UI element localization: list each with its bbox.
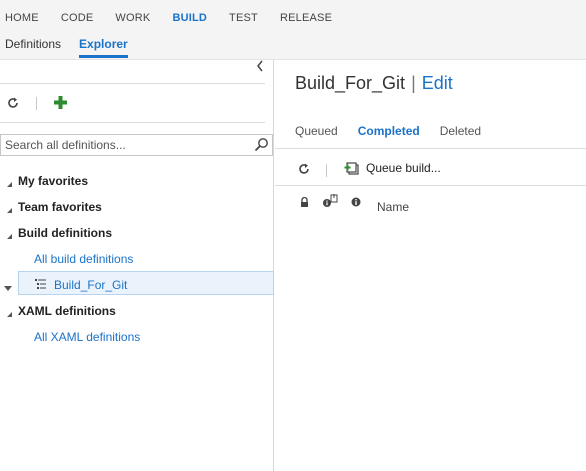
collapse-chevron-icon[interactable] [253, 60, 267, 74]
tab-definitions[interactable]: Definitions [5, 37, 61, 58]
lock-icon[interactable] [300, 196, 309, 211]
definition-icon [35, 278, 47, 294]
tree-collapse-icon[interactable] [4, 281, 12, 295]
tree-expand-icon[interactable] [6, 177, 13, 191]
toolbar-separator [326, 164, 327, 177]
left-pane: My favorites Team favorites Build defini… [0, 60, 274, 471]
definition-name: Build_For_Git [295, 73, 406, 93]
tree-expand-icon[interactable] [6, 229, 13, 243]
hub-release[interactable]: RELEASE [280, 12, 332, 24]
divider [275, 185, 586, 186]
tree-node-xaml-definitions[interactable]: XAML definitions [6, 304, 116, 318]
build-tabs: Queued Completed Deleted [295, 124, 501, 138]
hub-build[interactable]: BUILD [172, 12, 207, 24]
tab-completed[interactable]: Completed [358, 124, 420, 138]
refresh-icon[interactable] [6, 96, 20, 113]
tree-node-team-favorites[interactable]: Team favorites [6, 200, 102, 214]
left-toolbar [0, 90, 265, 116]
tab-deleted[interactable]: Deleted [440, 124, 481, 138]
search-input[interactable] [1, 135, 246, 155]
hub-code[interactable]: CODE [61, 12, 94, 24]
edit-link[interactable]: Edit [422, 73, 453, 93]
tree-node-label[interactable]: All build definitions [34, 252, 133, 266]
divider [0, 83, 265, 84]
tree-expand-icon[interactable] [6, 203, 13, 217]
build-reason-icon[interactable] [322, 194, 338, 211]
title-separator: | [411, 73, 416, 93]
add-icon[interactable] [53, 95, 68, 113]
tree-node-label: My favorites [18, 174, 89, 188]
tree-node-all-xaml-definitions[interactable]: All XAML definitions [34, 330, 140, 344]
tree-node-label: XAML definitions [18, 304, 116, 318]
queue-build-icon[interactable] [344, 161, 360, 179]
tree-node-label[interactable]: All XAML definitions [34, 330, 140, 344]
divider [275, 148, 586, 149]
right-pane: Build_For_Git | Edit Queued Completed De… [275, 60, 586, 471]
tree-node-label[interactable]: Build_For_Git [54, 278, 127, 292]
top-navigation: HOME CODE WORK BUILD TEST RELEASE Defini… [0, 0, 586, 60]
tab-explorer[interactable]: Explorer [79, 37, 128, 58]
column-header-name[interactable]: Name [377, 200, 409, 214]
search-box [0, 134, 273, 156]
search-icon[interactable] [254, 137, 269, 155]
tree-expand-icon[interactable] [6, 307, 13, 321]
refresh-icon[interactable] [297, 162, 311, 179]
queue-build-button[interactable]: Queue build... [366, 161, 441, 175]
hub-work[interactable]: WORK [115, 12, 150, 24]
hub-test[interactable]: TEST [229, 12, 258, 24]
info-icon[interactable] [351, 196, 361, 210]
tab-queued[interactable]: Queued [295, 124, 338, 138]
tree-node-all-build-definitions[interactable]: All build definitions [34, 252, 133, 266]
hub-menu: HOME CODE WORK BUILD TEST RELEASE [5, 12, 354, 24]
page-title: Build_For_Git | Edit [295, 73, 453, 94]
tree-node-build-for-git[interactable]: Build_For_Git [4, 278, 127, 292]
sub-menu: Definitions Explorer [5, 37, 146, 58]
tree-node-label: Build definitions [18, 226, 112, 240]
toolbar-separator [36, 97, 37, 110]
tree-node-my-favorites[interactable]: My favorites [6, 174, 88, 188]
tree-node-label: Team favorites [18, 200, 102, 214]
tree-node-build-definitions[interactable]: Build definitions [6, 226, 112, 240]
hub-home[interactable]: HOME [5, 12, 39, 24]
divider [0, 122, 265, 123]
